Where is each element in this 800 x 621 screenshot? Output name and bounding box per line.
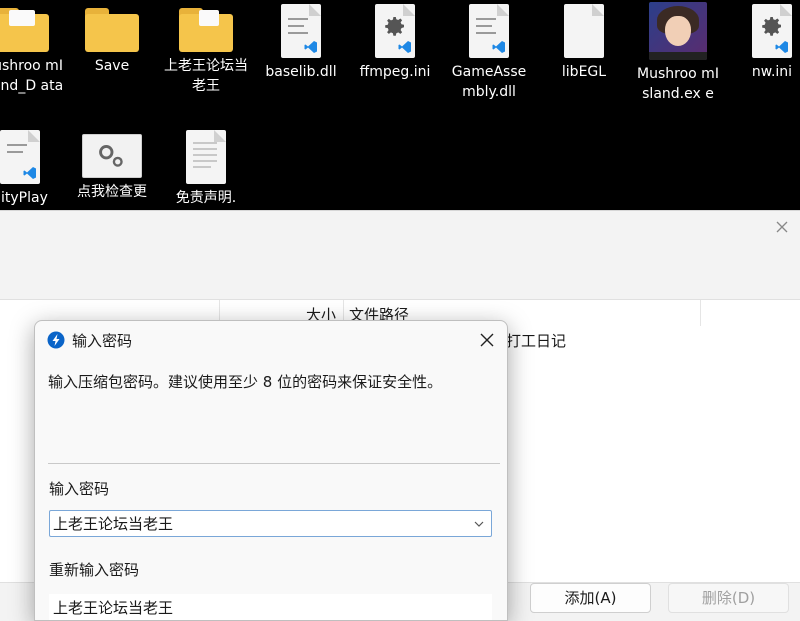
close-icon[interactable]: [479, 332, 495, 348]
desktop-icon-label: libEGL: [561, 64, 607, 80]
desktop-icon-ffmpeg-ini[interactable]: ffmpeg.ini: [347, 4, 443, 82]
confirm-password-input[interactable]: [49, 594, 492, 620]
password-dialog: 输入密码 输入压缩包密码。建议使用至少 8 位的密码来保证安全性。 输入密码 重…: [34, 320, 508, 621]
desktop-icon-label: nityPlay: [0, 190, 48, 206]
settings-file-icon: [752, 4, 792, 58]
desktop-icon-label: nw.ini: [751, 64, 793, 80]
table-row-path[interactable]: 打工日记: [506, 330, 566, 351]
desktop: Mushroo mIsland_D ata Save 上老王论坛当老王 base…: [0, 0, 800, 210]
app-logo-icon: [47, 331, 65, 349]
desktop-icon-label: baselib.dll: [265, 64, 337, 80]
add-button[interactable]: 添加(A): [530, 583, 651, 613]
desktop-icon-label: Save: [94, 58, 130, 74]
desktop-icon-mushroomisland-data[interactable]: Mushroo mIsland_D ata: [0, 8, 70, 96]
desktop-icon-check-update[interactable]: 点我检查更: [64, 134, 160, 202]
desktop-icon-disclaimer[interactable]: 免责声明.: [158, 130, 254, 208]
password-combobox[interactable]: [49, 510, 492, 537]
desktop-icon-nw-ini[interactable]: nw.ini: [724, 4, 800, 82]
blank-file-icon: [564, 4, 604, 58]
desktop-icon-folder-laowang[interactable]: 上老王论坛当老王: [158, 8, 254, 96]
desktop-icon-label: 免责声明.: [175, 190, 237, 206]
folder-icon: [85, 8, 139, 52]
password-input[interactable]: [53, 513, 463, 534]
desktop-icon-save[interactable]: Save: [64, 8, 160, 76]
desktop-icon-libegl[interactable]: libEGL: [536, 4, 632, 82]
folder-icon: [179, 8, 233, 52]
vscode-file-icon: [469, 4, 509, 58]
desktop-icon-label: 上老王论坛当老王: [164, 58, 248, 94]
desktop-icon-baselib[interactable]: baselib.dll: [253, 4, 349, 82]
folder-icon: [0, 8, 49, 52]
dialog-title: 输入密码: [72, 332, 133, 350]
dialog-titlebar: 输入密码: [35, 321, 507, 359]
settings-gears-icon: [82, 134, 142, 178]
confirm-password-label: 重新输入密码: [49, 561, 140, 579]
desktop-icon-unityplayer[interactable]: nityPlay: [0, 130, 68, 208]
vscode-file-icon: [0, 130, 40, 184]
chevron-down-icon[interactable]: [473, 518, 485, 530]
desktop-icon-label: 点我检查更: [77, 184, 147, 200]
close-icon[interactable]: [774, 219, 790, 235]
dialog-description: 输入压缩包密码。建议使用至少 8 位的密码来保证安全性。: [48, 373, 443, 391]
desktop-icon-label: Mushroo mIsland.ex e: [637, 66, 719, 102]
text-file-icon: [186, 130, 226, 184]
vscode-file-icon: [281, 4, 321, 58]
column-separator: [700, 300, 701, 326]
desktop-icon-label: GameAsse mbly.dll: [451, 64, 527, 100]
desktop-icon-label: ffmpeg.ini: [359, 64, 431, 80]
divider: [48, 463, 500, 464]
settings-file-icon: [375, 4, 415, 58]
password-label: 输入密码: [49, 480, 110, 498]
app-avatar-icon: [649, 2, 707, 60]
delete-button[interactable]: 删除(D): [668, 583, 789, 613]
desktop-icon-gameassembly[interactable]: GameAsse mbly.dll: [441, 4, 537, 102]
desktop-icon-mushroomisland-exe[interactable]: Mushroo mIsland.ex e: [630, 2, 726, 104]
desktop-icon-label: Mushroo mIsland_D ata: [0, 58, 64, 94]
